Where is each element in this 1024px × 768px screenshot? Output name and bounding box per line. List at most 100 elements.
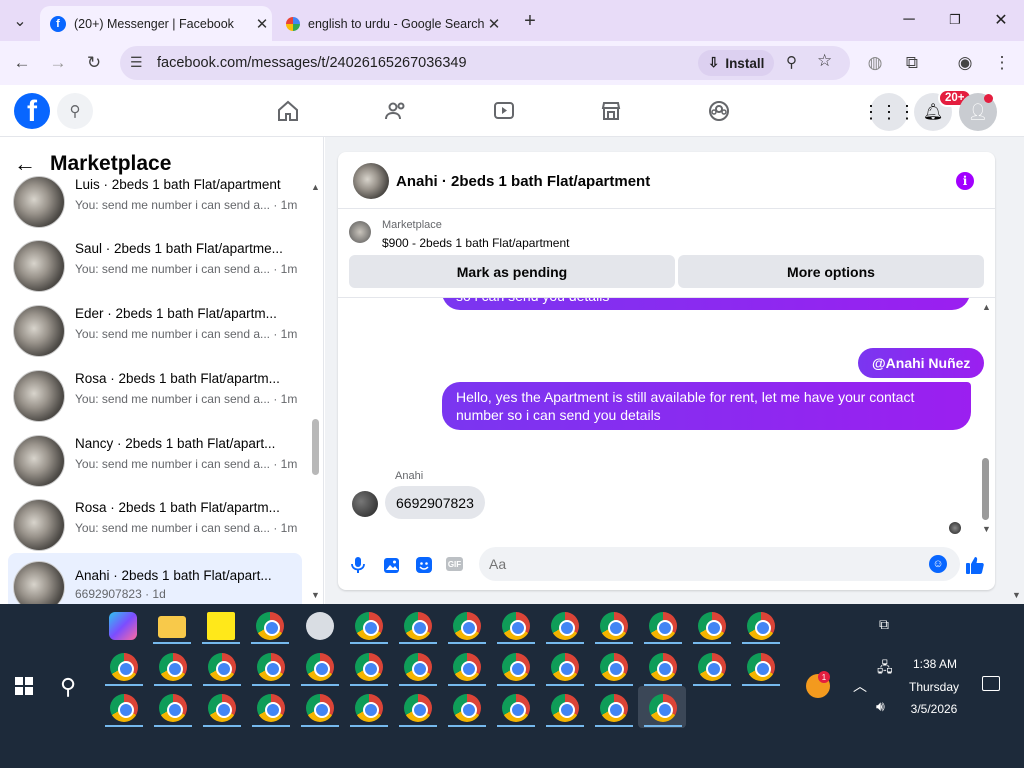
- file-explorer-icon[interactable]: [158, 616, 186, 638]
- menu-kebab-icon[interactable]: ⋮: [987, 48, 1017, 78]
- chat-avatar[interactable]: [353, 163, 389, 199]
- install-button[interactable]: ⇩ Install: [698, 50, 775, 76]
- message-input[interactable]: [479, 547, 960, 581]
- chrome-icon[interactable]: [551, 653, 579, 681]
- chrome-icon[interactable]: [404, 694, 432, 722]
- gif-icon[interactable]: GIF: [446, 557, 463, 571]
- home-icon[interactable]: [268, 95, 308, 127]
- chrome-icon[interactable]: [256, 612, 284, 640]
- chrome-icon[interactable]: [502, 694, 530, 722]
- restore-button[interactable]: ❐: [932, 6, 978, 34]
- scroll-up-arrow-icon[interactable]: ▲: [311, 182, 320, 192]
- listing-price[interactable]: $900 - 2beds 1 bath Flat/apartment: [382, 236, 569, 250]
- site-info-icon[interactable]: ☰: [130, 54, 143, 71]
- chrome-icon[interactable]: [649, 653, 677, 681]
- search-icon[interactable]: ⚲: [60, 674, 76, 700]
- snipping-tool-icon[interactable]: [306, 612, 334, 640]
- reload-button[interactable]: ↻: [79, 48, 109, 78]
- chrome-icon[interactable]: [208, 694, 236, 722]
- microphone-icon[interactable]: [346, 553, 370, 577]
- chat-title[interactable]: Anahi · 2beds 1 bath Flat/apartment: [396, 173, 650, 190]
- notification-center-icon[interactable]: [982, 676, 1000, 691]
- page-scroll-down-icon[interactable]: ▼: [1012, 590, 1021, 600]
- chrome-icon[interactable]: [502, 653, 530, 681]
- conversation-item[interactable]: Nancy · 2beds 1 bath Flat/apart... You: …: [8, 430, 302, 492]
- chrome-icon[interactable]: [698, 612, 726, 640]
- chrome-icon[interactable]: [257, 694, 285, 722]
- scroll-down-arrow-icon[interactable]: ▼: [311, 590, 320, 600]
- photo-icon[interactable]: [379, 553, 403, 577]
- back-button[interactable]: ←: [7, 48, 37, 78]
- conversation-list-scrollbar[interactable]: [312, 419, 319, 475]
- chrome-icon[interactable]: [453, 653, 481, 681]
- chrome-icon[interactable]: [159, 694, 187, 722]
- info-icon[interactable]: i: [956, 172, 974, 190]
- sticker-icon[interactable]: [412, 553, 436, 577]
- friends-icon[interactable]: [376, 95, 416, 127]
- zoom-icon[interactable]: ⚲: [786, 53, 797, 71]
- scroll-up-arrow-icon[interactable]: ▲: [982, 302, 991, 312]
- close-tab-icon[interactable]: ✕: [252, 15, 272, 33]
- emoji-icon[interactable]: ☺: [929, 555, 947, 573]
- conversation-item[interactable]: Rosa · 2beds 1 bath Flat/apartm... You: …: [8, 494, 302, 556]
- chrome-icon[interactable]: [159, 653, 187, 681]
- tab-search-button[interactable]: ⌄: [7, 8, 33, 34]
- profile-icon[interactable]: ◉: [950, 48, 980, 78]
- conversation-item[interactable]: Eder · 2beds 1 bath Flat/apartm... You: …: [8, 300, 302, 362]
- chrome-icon[interactable]: [453, 694, 481, 722]
- more-options-button[interactable]: More options: [678, 255, 984, 288]
- extensions-icon[interactable]: ⧉: [897, 48, 927, 78]
- show-hidden-icons-chevron-icon[interactable]: ︿: [853, 676, 867, 696]
- menu-grid-icon[interactable]: ⋮⋮⋮: [862, 93, 916, 131]
- clock-date[interactable]: 3/5/2026: [904, 702, 964, 716]
- mark-as-pending-button[interactable]: Mark as pending: [349, 255, 675, 288]
- chrome-icon[interactable]: [600, 612, 628, 640]
- chrome-icon[interactable]: [306, 694, 334, 722]
- network-icon[interactable]: 🖧︎: [877, 657, 893, 681]
- chrome-icon[interactable]: [502, 612, 530, 640]
- chrome-icon[interactable]: [306, 653, 334, 681]
- volume-icon[interactable]: 🔊︎: [876, 698, 885, 715]
- chrome-icon[interactable]: [208, 653, 236, 681]
- conversation-item[interactable]: Rosa · 2beds 1 bath Flat/apartm... You: …: [8, 365, 302, 427]
- sticky-notes-icon[interactable]: [207, 612, 235, 640]
- conversation-item[interactable]: Luis · 2beds 1 bath Flat/apartment You: …: [8, 171, 302, 233]
- clock-time[interactable]: 1:38 AM: [905, 657, 965, 671]
- address-bar[interactable]: ☰ facebook.com/messages/t/24026165267036…: [120, 46, 850, 80]
- copilot-icon[interactable]: [109, 612, 137, 640]
- message-scrollbar[interactable]: [982, 458, 989, 520]
- translate-icon[interactable]: ◍: [860, 48, 890, 78]
- bookmark-star-icon[interactable]: ☆: [817, 51, 832, 71]
- chrome-icon[interactable]: [649, 612, 677, 640]
- chrome-icon[interactable]: [404, 612, 432, 640]
- search-icon[interactable]: ⚲: [57, 93, 93, 129]
- tab-google-search[interactable]: english to urdu - Google Search ✕: [276, 6, 504, 41]
- chrome-icon[interactable]: [355, 612, 383, 640]
- chrome-icon[interactable]: [747, 612, 775, 640]
- forward-button[interactable]: →: [43, 48, 73, 78]
- chrome-icon[interactable]: [600, 653, 628, 681]
- chrome-icon[interactable]: [355, 694, 383, 722]
- chrome-icon[interactable]: [600, 694, 628, 722]
- task-view-icon[interactable]: ⧉: [879, 616, 889, 633]
- minimize-button[interactable]: ─: [886, 6, 932, 34]
- chrome-icon[interactable]: [747, 653, 775, 681]
- scroll-down-arrow-icon[interactable]: ▼: [982, 524, 991, 534]
- chrome-icon-active[interactable]: [649, 694, 677, 722]
- chrome-icon[interactable]: [453, 612, 481, 640]
- chrome-icon[interactable]: [355, 653, 383, 681]
- chrome-icon[interactable]: [551, 612, 579, 640]
- clock-day[interactable]: Thursday: [904, 680, 964, 694]
- conversation-item[interactable]: Saul · 2beds 1 bath Flat/apartme... You:…: [8, 235, 302, 297]
- mention-bubble[interactable]: @Anahi Nuñez: [858, 348, 985, 378]
- chrome-icon[interactable]: [551, 694, 579, 722]
- close-window-button[interactable]: ✕: [978, 6, 1024, 34]
- facebook-logo-icon[interactable]: f: [14, 93, 50, 129]
- marketplace-icon[interactable]: [591, 95, 631, 127]
- chrome-icon[interactable]: [404, 653, 432, 681]
- video-icon[interactable]: [484, 95, 524, 127]
- chrome-icon[interactable]: [110, 653, 138, 681]
- chrome-icon[interactable]: [257, 653, 285, 681]
- url-text[interactable]: facebook.com/messages/t/2402616526703634…: [157, 55, 467, 71]
- new-tab-button[interactable]: +: [517, 8, 543, 34]
